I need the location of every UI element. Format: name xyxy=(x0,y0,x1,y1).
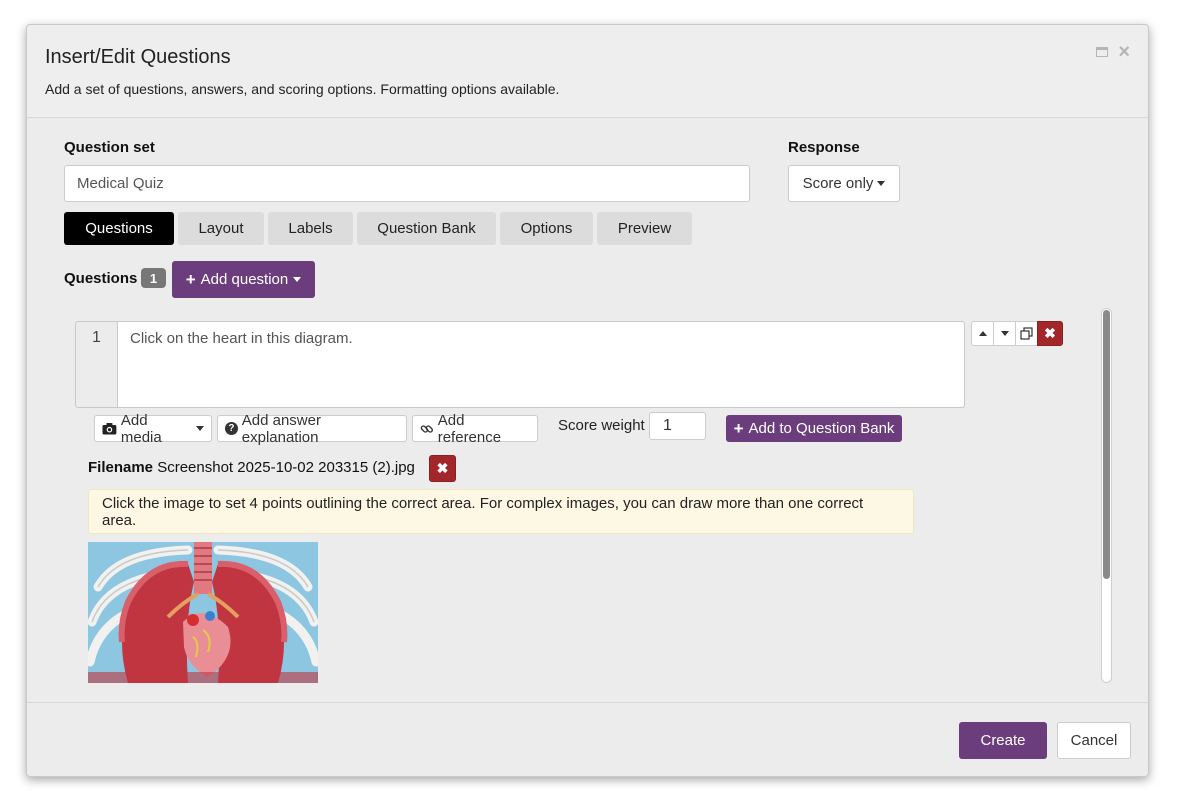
tab-options[interactable]: Options xyxy=(500,212,593,245)
tab-bar: Questions Layout Labels Question Bank Op… xyxy=(64,212,692,245)
question-set-label: Question set xyxy=(64,139,155,156)
insert-edit-questions-dialog: Insert/Edit Questions Add a set of quest… xyxy=(26,24,1149,777)
score-weight-input[interactable]: 1 xyxy=(649,412,706,440)
delete-icon: ✖ xyxy=(436,460,449,476)
question-circle-icon: ? xyxy=(225,422,238,435)
add-reference-label: Add reference xyxy=(437,411,502,446)
dialog-title: Insert/Edit Questions xyxy=(45,46,231,68)
hotspot-instructions: Click the image to set 4 points outlinin… xyxy=(88,489,914,534)
scrollbar[interactable] xyxy=(1101,308,1112,683)
arrow-down-icon xyxy=(1000,331,1009,336)
response-selected-value: Score only xyxy=(802,175,874,192)
questions-label: Questions xyxy=(64,270,138,287)
add-answer-explanation-label: Add answer explanation xyxy=(241,411,321,446)
question-actions: ✖ xyxy=(971,321,1063,346)
add-answer-explanation-button[interactable]: ? Add answer explanation xyxy=(217,412,407,446)
question-text-editor[interactable]: Click on the heart in this diagram. xyxy=(117,321,965,408)
score-weight-label: Score weight xyxy=(558,417,645,434)
add-to-question-bank-label: Add to Question Bank xyxy=(748,420,895,437)
duplicate-button[interactable] xyxy=(1015,321,1038,346)
anatomy-image[interactable] xyxy=(88,542,318,683)
camera-icon xyxy=(102,423,117,435)
add-to-question-bank-button[interactable]: + Add to Question Bank xyxy=(726,415,902,442)
add-media-label: Add media xyxy=(120,411,162,446)
scrollbar-thumb[interactable] xyxy=(1103,310,1110,579)
dialog-subtitle: Add a set of questions, answers, and sco… xyxy=(45,81,560,97)
cancel-button[interactable]: Cancel xyxy=(1057,722,1131,759)
plus-icon: + xyxy=(733,419,744,438)
add-media-button[interactable]: Add media xyxy=(94,412,212,446)
filename-value: Screenshot 2025-10-02 203315 (2).jpg xyxy=(157,459,415,476)
arrow-up-icon xyxy=(978,331,987,336)
delete-question-button[interactable]: ✖ xyxy=(1037,321,1063,346)
caret-down-icon xyxy=(877,181,886,186)
close-icon[interactable]: × xyxy=(1118,42,1130,62)
window-controls: × xyxy=(1096,42,1130,62)
caret-down-icon xyxy=(196,426,204,431)
response-select[interactable]: Score only xyxy=(788,165,900,202)
question-number: 1 xyxy=(92,329,101,346)
tab-layout[interactable]: Layout xyxy=(178,212,264,245)
maximize-icon[interactable] xyxy=(1096,47,1109,57)
remove-media-button[interactable]: ✖ xyxy=(429,455,456,482)
copy-icon xyxy=(1020,327,1033,340)
add-reference-button[interactable]: Add reference xyxy=(412,412,538,446)
tab-labels[interactable]: Labels xyxy=(268,212,353,245)
add-question-label: Add question xyxy=(200,271,289,288)
caret-down-icon xyxy=(293,277,302,282)
tab-question-bank[interactable]: Question Bank xyxy=(357,212,496,245)
move-up-button[interactable] xyxy=(971,321,994,346)
move-down-button[interactable] xyxy=(993,321,1016,346)
questions-count-badge: 1 xyxy=(141,268,166,288)
dialog-header: Insert/Edit Questions Add a set of quest… xyxy=(27,25,1148,118)
tab-questions[interactable]: Questions xyxy=(64,212,174,245)
add-question-button[interactable]: + Add question xyxy=(172,261,315,298)
anatomy-illustration xyxy=(88,542,318,683)
question-row: 1 Click on the heart in this diagram. xyxy=(75,321,965,408)
create-button[interactable]: Create xyxy=(959,722,1047,759)
question-set-input[interactable] xyxy=(64,165,750,202)
delete-icon: ✖ xyxy=(1044,325,1056,341)
plus-icon: + xyxy=(185,270,196,289)
response-label: Response xyxy=(788,139,860,156)
filename-label: Filename xyxy=(88,459,154,476)
tab-preview[interactable]: Preview xyxy=(597,212,692,245)
link-icon xyxy=(420,424,433,433)
filename-row: Filename Screenshot 2025-10-02 203315 (2… xyxy=(88,459,415,476)
